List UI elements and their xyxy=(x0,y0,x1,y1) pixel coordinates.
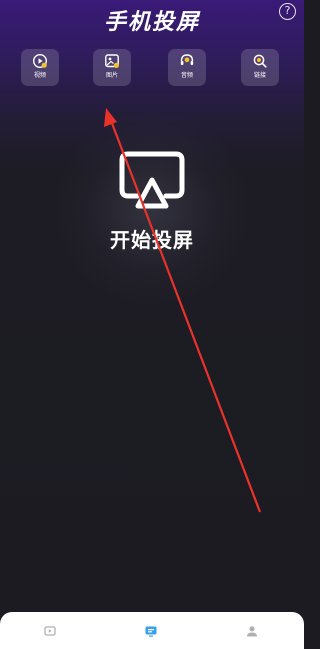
tab-cast[interactable] xyxy=(144,624,158,638)
annotation-arrow xyxy=(104,108,262,513)
tool-video-button[interactable]: 视频 xyxy=(21,49,59,86)
link-icon xyxy=(253,54,267,68)
cast-tab-icon xyxy=(145,626,157,637)
tool-video-label: 视频 xyxy=(33,72,46,79)
tool-row: 视频 图片 音频 链接 xyxy=(0,49,304,87)
video-icon xyxy=(32,53,48,69)
tool-audio-label: 音频 xyxy=(180,72,193,79)
tool-image-button[interactable]: 图片 xyxy=(93,49,131,86)
tool-audio-button[interactable]: 音频 xyxy=(168,49,206,86)
home-icon xyxy=(44,626,56,636)
profile-icon xyxy=(247,626,257,637)
tab-home[interactable] xyxy=(43,624,57,638)
start-cast-label: 开始投屏 xyxy=(110,228,194,252)
audio-icon xyxy=(180,54,194,65)
image-icon xyxy=(105,54,119,68)
tab-profile[interactable] xyxy=(245,624,259,638)
start-cast-button[interactable]: 开始投屏 xyxy=(0,150,304,253)
tool-link-label: 链接 xyxy=(253,72,266,79)
screen: 手机投屏 ? 视频 图片 音频 链接 开始投屏 xyxy=(0,0,304,649)
app-title: 手机投屏 xyxy=(103,10,200,35)
bottom-tab-bar xyxy=(0,612,304,649)
tool-image-label: 图片 xyxy=(105,72,118,79)
help-button[interactable]: ? xyxy=(279,3,296,20)
screen-cast-icon xyxy=(119,151,185,209)
tool-link-button[interactable]: 链接 xyxy=(241,49,279,86)
